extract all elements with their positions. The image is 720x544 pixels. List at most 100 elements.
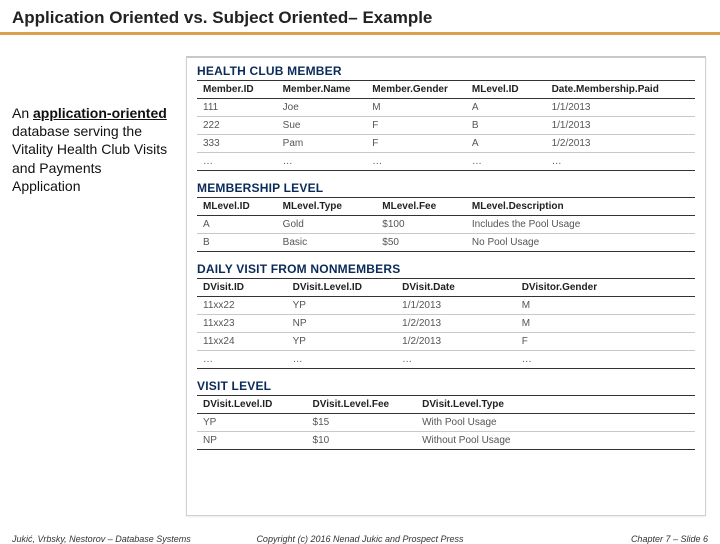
cell: 1/1/2013 [546, 99, 695, 117]
cell: 11xx24 [197, 333, 287, 351]
cell: … [366, 153, 466, 171]
col-header: DVisitor.Gender [516, 279, 695, 297]
table-row: BBasic$50No Pool Usage [197, 234, 695, 252]
col-header: MLevel.Fee [376, 198, 466, 216]
cell: A [466, 99, 546, 117]
col-header: MLevel.ID [197, 198, 277, 216]
table-title: HEALTH CLUB MEMBER [197, 64, 695, 78]
table-row: …………… [197, 153, 695, 171]
cell: 11xx23 [197, 315, 287, 333]
cell: A [466, 135, 546, 153]
cell: 333 [197, 135, 277, 153]
footer-center: Copyright (c) 2016 Nenad Jukic and Prosp… [0, 534, 720, 544]
cell: $15 [307, 414, 417, 432]
table-row: YP$15With Pool Usage [197, 414, 695, 432]
table-row: ………… [197, 351, 695, 369]
cell: M [366, 99, 466, 117]
table-row: 333PamFA1/2/2013 [197, 135, 695, 153]
table-row: 11xx22YP1/1/2013M [197, 297, 695, 315]
side-rest: database serving the Vitality Health Clu… [12, 123, 167, 194]
cell: No Pool Usage [466, 234, 695, 252]
cell: … [396, 351, 516, 369]
cell: Basic [277, 234, 377, 252]
cell: YP [287, 297, 397, 315]
table-header-row: MLevel.ID MLevel.Type MLevel.Fee MLevel.… [197, 198, 695, 216]
cell: NP [287, 315, 397, 333]
cell: F [516, 333, 695, 351]
table-row: 11xx24YP1/2/2013F [197, 333, 695, 351]
table-row: 222SueFB1/1/2013 [197, 117, 695, 135]
cell: 1/1/2013 [546, 117, 695, 135]
table-row: AGold$100Includes the Pool Usage [197, 216, 695, 234]
table-group-mlevel: MEMBERSHIP LEVEL MLevel.ID MLevel.Type M… [197, 181, 695, 252]
cell: 1/2/2013 [546, 135, 695, 153]
cell: $50 [376, 234, 466, 252]
cell: A [197, 216, 277, 234]
table-vlevel: DVisit.Level.ID DVisit.Level.Fee DVisit.… [197, 395, 695, 450]
cell: YP [287, 333, 397, 351]
cell: … [287, 351, 397, 369]
col-header: MLevel.Description [466, 198, 695, 216]
footer-right: Chapter 7 – Slide 6 [631, 534, 708, 544]
cell: … [516, 351, 695, 369]
cell: F [366, 135, 466, 153]
cell: 1/1/2013 [396, 297, 516, 315]
cell: M [516, 297, 695, 315]
cell: … [546, 153, 695, 171]
table-mlevel: MLevel.ID MLevel.Type MLevel.Fee MLevel.… [197, 197, 695, 252]
col-header: Member.Name [277, 81, 367, 99]
cell: With Pool Usage [416, 414, 695, 432]
col-header: DVisit.Date [396, 279, 516, 297]
table-title: DAILY VISIT FROM NONMEMBERS [197, 262, 695, 276]
cell: Gold [277, 216, 377, 234]
cell: … [197, 351, 287, 369]
cell: B [466, 117, 546, 135]
cell: Sue [277, 117, 367, 135]
table-member: Member.ID Member.Name Member.Gender MLev… [197, 80, 695, 171]
cell: 222 [197, 117, 277, 135]
cell: … [277, 153, 367, 171]
cell: Pam [277, 135, 367, 153]
slide: Application Oriented vs. Subject Oriente… [0, 0, 720, 540]
side-bold-term: application-oriented [33, 105, 167, 121]
figure-panel: HEALTH CLUB MEMBER Member.ID Member.Name… [186, 56, 706, 516]
col-header: Member.Gender [366, 81, 466, 99]
table-header-row: DVisit.Level.ID DVisit.Level.Fee DVisit.… [197, 396, 695, 414]
table-title: VISIT LEVEL [197, 379, 695, 393]
cell: 11xx22 [197, 297, 287, 315]
col-header: DVisit.Level.Fee [307, 396, 417, 414]
table-header-row: DVisit.ID DVisit.Level.ID DVisit.Date DV… [197, 279, 695, 297]
side-prefix: An [12, 105, 33, 121]
cell: 1/2/2013 [396, 315, 516, 333]
table-title: MEMBERSHIP LEVEL [197, 181, 695, 195]
cell: $100 [376, 216, 466, 234]
cell: Includes the Pool Usage [466, 216, 695, 234]
cell: … [197, 153, 277, 171]
side-description: An application-oriented database serving… [12, 104, 172, 195]
cell: NP [197, 432, 307, 450]
table-group-vlevel: VISIT LEVEL DVisit.Level.ID DVisit.Level… [197, 379, 695, 450]
table-row: 11xx23NP1/2/2013M [197, 315, 695, 333]
col-header: DVisit.Level.ID [197, 396, 307, 414]
cell: … [466, 153, 546, 171]
table-group-dvisit: DAILY VISIT FROM NONMEMBERS DVisit.ID DV… [197, 262, 695, 369]
col-header: MLevel.Type [277, 198, 377, 216]
col-header: Date.Membership.Paid [546, 81, 695, 99]
cell: $10 [307, 432, 417, 450]
table-row: 111JoeMA1/1/2013 [197, 99, 695, 117]
cell: B [197, 234, 277, 252]
table-group-member: HEALTH CLUB MEMBER Member.ID Member.Name… [197, 64, 695, 171]
cell: Without Pool Usage [416, 432, 695, 450]
col-header: DVisit.Level.ID [287, 279, 397, 297]
col-header: MLevel.ID [466, 81, 546, 99]
cell: YP [197, 414, 307, 432]
slide-title: Application Oriented vs. Subject Oriente… [12, 8, 708, 28]
title-bar: Application Oriented vs. Subject Oriente… [0, 0, 720, 35]
table-dvisit: DVisit.ID DVisit.Level.ID DVisit.Date DV… [197, 278, 695, 369]
cell: F [366, 117, 466, 135]
cell: Joe [277, 99, 367, 117]
cell: 1/2/2013 [396, 333, 516, 351]
table-row: NP$10Without Pool Usage [197, 432, 695, 450]
col-header: Member.ID [197, 81, 277, 99]
col-header: DVisit.Level.Type [416, 396, 695, 414]
